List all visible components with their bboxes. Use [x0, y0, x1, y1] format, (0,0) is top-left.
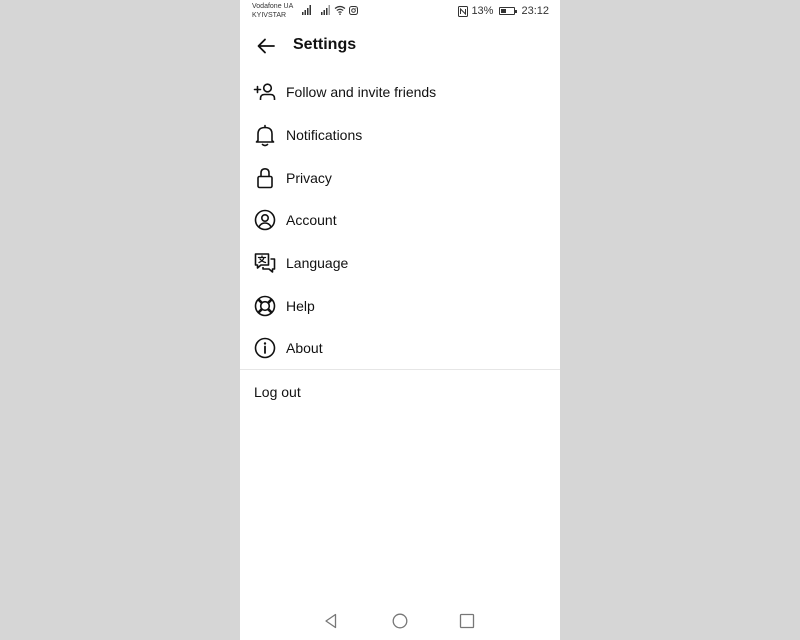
logout-button[interactable]: Log out — [254, 384, 301, 400]
phone-screen: Vodafone UA KYIVSTAR 13% 23:12 Settings … — [240, 0, 560, 640]
menu-item-label: Language — [286, 255, 349, 272]
battery-percent: 13% — [471, 5, 494, 17]
battery-fill — [501, 9, 507, 13]
menu-item-privacy[interactable]: Privacy — [240, 156, 560, 199]
menu-item-follow-invite[interactable]: Follow and invite friends — [240, 71, 560, 114]
nav-home-icon[interactable] — [391, 612, 409, 630]
lifebuoy-icon — [253, 294, 277, 318]
status-bar: Vodafone UA KYIVSTAR 13% 23:12 — [240, 0, 560, 22]
menu-item-label: Follow and invite friends — [286, 84, 437, 101]
menu-item-label: Help — [286, 297, 315, 314]
menu-item-notifications[interactable]: Notifications — [240, 114, 560, 157]
settings-header: Settings — [240, 26, 560, 66]
menu-divider — [240, 369, 560, 370]
page-title: Settings — [293, 36, 357, 53]
signal-1-icon — [302, 5, 311, 15]
menu-item-label: Notifications — [286, 127, 363, 144]
instagram-icon — [349, 6, 358, 15]
menu-item-language[interactable]: Language — [240, 242, 560, 285]
menu-item-help[interactable]: Help — [240, 284, 560, 327]
nav-recents-icon[interactable] — [458, 612, 476, 630]
bell-icon — [253, 123, 277, 147]
status-right: 13% 23:12 — [458, 4, 549, 18]
wifi-icon — [334, 5, 346, 15]
info-icon — [253, 336, 277, 360]
status-time: 23:12 — [521, 5, 549, 17]
battery-icon — [499, 7, 518, 15]
carrier-1: Vodafone UA — [252, 3, 294, 10]
menu-item-about[interactable]: About — [240, 327, 560, 370]
menu-item-label: Privacy — [286, 169, 332, 186]
settings-menu: Follow and invite friends Notifications … — [240, 71, 560, 370]
menu-item-label: Account — [286, 212, 337, 229]
nfc-icon — [458, 5, 469, 17]
signal-2-icon — [321, 5, 330, 15]
system-nav-bar — [240, 606, 560, 636]
translate-icon — [253, 251, 277, 275]
carrier-names: Vodafone UA KYIVSTAR — [252, 2, 293, 20]
back-arrow-icon[interactable] — [254, 34, 278, 58]
lock-icon — [253, 166, 277, 190]
nav-back-icon[interactable] — [322, 612, 340, 630]
add-person-icon — [253, 80, 277, 104]
menu-item-label: About — [286, 340, 323, 357]
account-circle-icon — [253, 208, 277, 232]
menu-item-account[interactable]: Account — [240, 199, 560, 242]
carrier-2: KYIVSTAR — [252, 12, 287, 19]
